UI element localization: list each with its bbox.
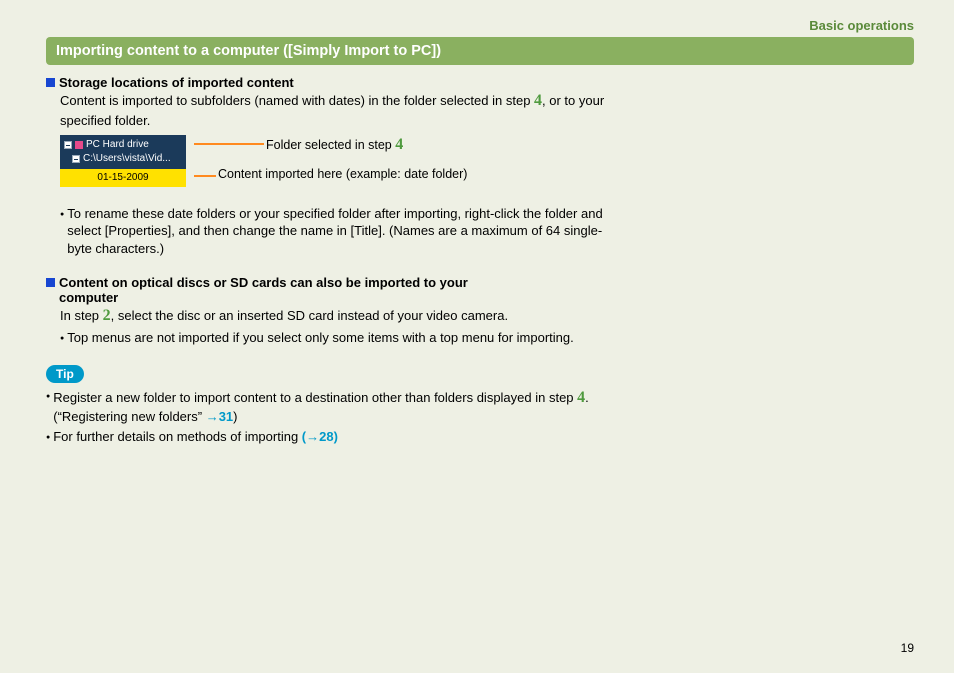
step-number-4: 4 [534, 92, 542, 109]
tip1-text-c: ) [233, 409, 237, 424]
tip2-text-a: For further details on methods of import… [53, 429, 302, 444]
section1-heading: Storage locations of imported content [46, 75, 606, 90]
link-importing-methods[interactable]: (→28) [302, 429, 338, 444]
section2-para-a: In step [60, 308, 103, 323]
section1-para-a: Content is imported to subfolders (named… [60, 93, 534, 108]
callout-line-icon [194, 175, 216, 177]
shot-date-folder: 01-15-2009 [60, 169, 186, 187]
tree-collapse-icon [72, 155, 80, 163]
tip-bullet-1: Register a new folder to import content … [46, 387, 606, 426]
callout-imported-here: Content imported here (example: date fol… [194, 167, 467, 183]
section1-paragraph: Content is imported to subfolders (named… [60, 90, 606, 129]
section2-heading-text: Content on optical discs or SD cards can… [59, 275, 479, 305]
callout1-text-a: Folder selected in step [266, 138, 395, 152]
folder-tree-shot: PC Hard drive C:\Users\vista\Vid... 01-1… [60, 135, 186, 187]
note-rename-folders: To rename these date folders or your spe… [60, 205, 606, 258]
section2-paragraph: In step 2, select the disc or an inserte… [60, 305, 606, 327]
shot-row2-text: C:\Users\vista\Vid... [83, 153, 171, 165]
step-number-2: 2 [103, 307, 111, 324]
section-header: Basic operations [46, 18, 914, 33]
callout-selected-folder: Folder selected in step 4 [194, 135, 467, 155]
drive-icon [75, 141, 83, 149]
section2-para-b: , select the disc or an inserted SD card… [111, 308, 508, 323]
callout-line-icon [194, 143, 264, 145]
page-title-bar: Importing content to a computer ([Simply… [46, 37, 914, 65]
note-top-menus: Top menus are not imported if you select… [60, 329, 606, 347]
page-number: 19 [901, 641, 914, 655]
shot-row1-text: PC Hard drive [86, 139, 149, 151]
tree-collapse-icon [64, 141, 72, 149]
bullet-square-icon [46, 278, 55, 287]
section2-heading: Content on optical discs or SD cards can… [46, 275, 606, 305]
link-registering-folders[interactable]: →31 [206, 409, 233, 424]
note-top-menus-text: Top menus are not imported if you select… [67, 329, 574, 347]
callout2-text: Content imported here (example: date fol… [218, 167, 467, 183]
tip-bullet-2: For further details on methods of import… [46, 428, 606, 446]
bullet-square-icon [46, 78, 55, 87]
section1-heading-text: Storage locations of imported content [59, 75, 294, 90]
note-rename-text: To rename these date folders or your spe… [67, 205, 606, 258]
folder-tree-illustration: PC Hard drive C:\Users\vista\Vid... 01-1… [60, 135, 606, 195]
step-number-4: 4 [395, 136, 403, 153]
step-number-4: 4 [577, 389, 585, 406]
tip-badge: Tip [46, 365, 84, 383]
tip1-text-a: Register a new folder to import content … [53, 390, 577, 405]
